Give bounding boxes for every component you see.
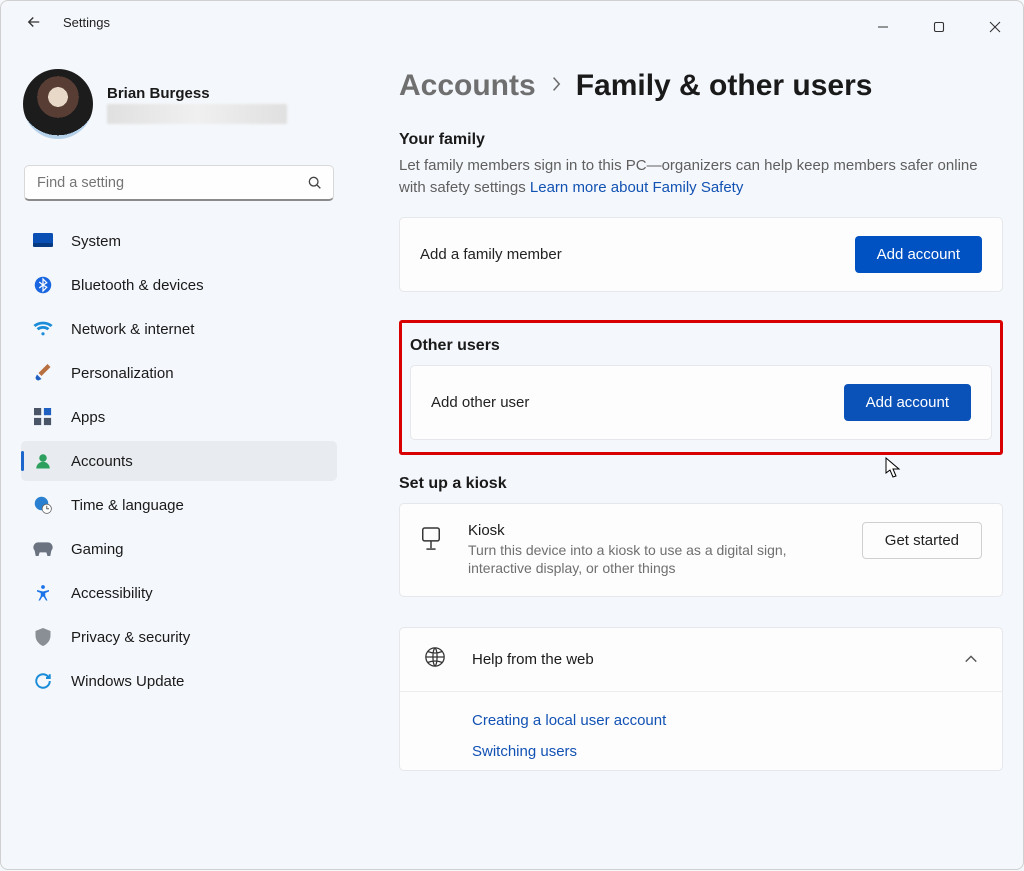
content-area: Accounts Family & other users Your famil… (349, 49, 1023, 871)
search-icon (307, 175, 323, 191)
add-other-account-button[interactable]: Add account (844, 384, 971, 421)
nav-label: Bluetooth & devices (71, 277, 204, 294)
window-title: Settings (63, 15, 110, 30)
nav-label: Gaming (71, 541, 124, 558)
section-desc-family: Let family members sign in to this PC—or… (399, 155, 1003, 199)
nav-label: Network & internet (71, 321, 194, 338)
chevron-up-icon (964, 651, 978, 669)
nav-item-accounts[interactable]: Accounts (21, 441, 337, 481)
wifi-icon (33, 319, 53, 339)
section-title-other: Other users (410, 337, 992, 355)
nav-item-time[interactable]: Time & language (21, 485, 337, 525)
avatar (23, 69, 93, 139)
sidebar: Brian Burgess System Bluetooth & devi (1, 49, 349, 871)
search-input[interactable] (35, 174, 307, 192)
profile-name: Brian Burgess (107, 85, 287, 102)
nav-item-privacy[interactable]: Privacy & security (21, 617, 337, 657)
section-title-family: Your family (399, 131, 1003, 149)
help-link-create-local-user[interactable]: Creating a local user account (472, 712, 930, 729)
brush-icon (33, 363, 53, 383)
bluetooth-icon (33, 275, 53, 295)
crumb-page-title: Family & other users (576, 69, 873, 103)
window-controls (855, 7, 1023, 47)
add-family-account-button[interactable]: Add account (855, 236, 982, 273)
help-title: Help from the web (472, 651, 594, 668)
kiosk-get-started-button[interactable]: Get started (862, 522, 982, 559)
kiosk-subtitle: Turn this device into a kiosk to use as … (468, 541, 838, 579)
back-icon[interactable] (25, 13, 43, 31)
kiosk-icon (420, 526, 444, 554)
nav-item-accessibility[interactable]: Accessibility (21, 573, 337, 613)
nav-label: Windows Update (71, 673, 184, 690)
apps-icon (33, 407, 53, 427)
help-header[interactable]: Help from the web (400, 628, 1002, 691)
nav-label: Privacy & security (71, 629, 190, 646)
search-input-container[interactable] (24, 165, 334, 201)
card-kiosk: Kiosk Turn this device into a kiosk to u… (399, 503, 1003, 598)
profile-block[interactable]: Brian Burgess (23, 69, 335, 139)
family-safety-link[interactable]: Learn more about Family Safety (530, 179, 743, 196)
chevron-right-icon (550, 75, 562, 98)
crumb-root[interactable]: Accounts (399, 69, 536, 103)
card-help-from-web: Help from the web Creating a local user … (399, 627, 1003, 771)
nav-label: Personalization (71, 365, 174, 382)
globe-clock-icon (33, 495, 53, 515)
help-links: Creating a local user account Switching … (400, 691, 1002, 770)
nav-label: Apps (71, 409, 105, 426)
nav-label: Accessibility (71, 585, 153, 602)
globe-icon (424, 646, 446, 673)
system-icon (33, 231, 53, 251)
maximize-button[interactable] (911, 7, 967, 47)
kiosk-title: Kiosk (468, 522, 838, 539)
titlebar: Settings (1, 1, 1023, 49)
update-icon (33, 671, 53, 691)
help-link-switching-users[interactable]: Switching users (472, 743, 930, 760)
person-icon (33, 451, 53, 471)
minimize-button[interactable] (855, 7, 911, 47)
nav-item-system[interactable]: System (21, 221, 337, 261)
nav-item-gaming[interactable]: Gaming (21, 529, 337, 569)
highlight-box: Other users Add other user Add account (399, 320, 1003, 455)
breadcrumb: Accounts Family & other users (399, 69, 1003, 103)
card-add-family-member: Add a family member Add account (399, 217, 1003, 292)
close-button[interactable] (967, 7, 1023, 47)
nav-item-personalization[interactable]: Personalization (21, 353, 337, 393)
nav-item-apps[interactable]: Apps (21, 397, 337, 437)
nav-label: Time & language (71, 497, 184, 514)
card-add-other-text: Add other user (431, 394, 529, 411)
card-add-other-user: Add other user Add account (410, 365, 992, 440)
nav-item-network[interactable]: Network & internet (21, 309, 337, 349)
profile-email-blurred (107, 104, 287, 124)
accessibility-icon (33, 583, 53, 603)
gamepad-icon (33, 539, 53, 559)
nav-label: System (71, 233, 121, 250)
nav-list: System Bluetooth & devices Network & int… (19, 221, 339, 701)
nav-item-update[interactable]: Windows Update (21, 661, 337, 701)
nav-label: Accounts (71, 453, 133, 470)
section-title-kiosk: Set up a kiosk (399, 475, 1003, 493)
card-add-family-text: Add a family member (420, 246, 562, 263)
shield-icon (33, 627, 53, 647)
nav-item-bluetooth[interactable]: Bluetooth & devices (21, 265, 337, 305)
